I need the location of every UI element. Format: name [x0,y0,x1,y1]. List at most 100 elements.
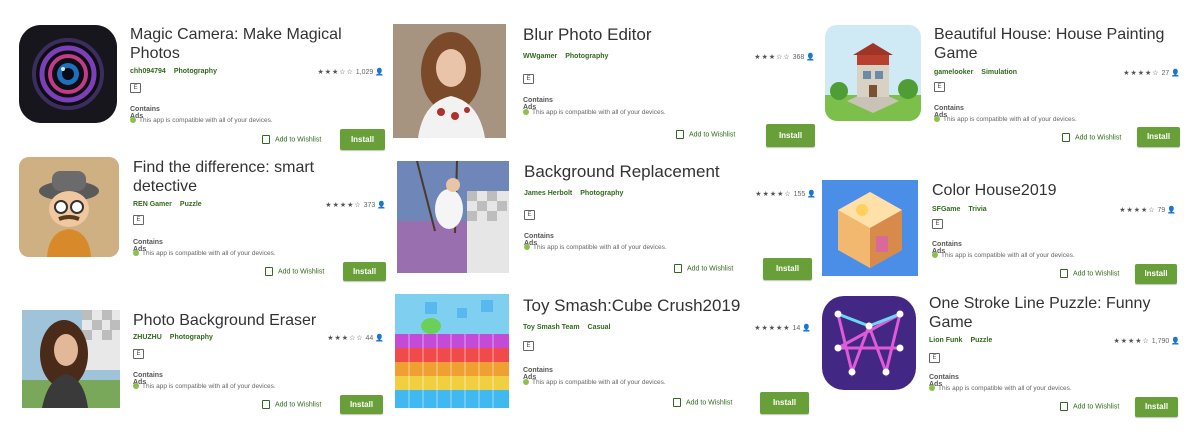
app-icon-color-house[interactable] [822,180,918,276]
rating-count: 368 [792,54,805,61]
developer-link[interactable]: REN Gamer [133,201,172,208]
stars-icon: ★★★★☆ [1113,338,1150,345]
category-link[interactable]: Photography [565,53,608,60]
check-icon [523,379,529,386]
install-button[interactable]: Install [340,395,383,414]
stars-icon: ★★★★★ [754,325,791,332]
rating-count: 155 [793,191,806,198]
app-title[interactable]: Color House2019 [932,181,1152,200]
app-title[interactable]: Photo Background Eraser [133,311,353,330]
add-to-wishlist-button[interactable]: Add to Wishlist [674,264,733,273]
check-icon [133,250,139,257]
app-meta: chh094794 Photography [130,68,225,75]
app-icon-one-stroke-line-puzzle[interactable] [822,296,916,390]
app-meta: James Herbolt Photography [524,190,631,197]
bookmark-icon [1060,402,1068,411]
install-button[interactable]: Install [766,124,815,147]
eraser-portrait-icon [22,310,120,408]
swing-photo-icon [397,161,509,273]
check-icon [932,252,938,259]
developer-link[interactable]: James Herbolt [524,190,572,197]
rating-count: 14 [792,325,801,332]
app-icon-beautiful-house[interactable] [825,25,921,121]
category-link[interactable]: Trivia [968,206,986,213]
bookmark-icon [673,398,681,407]
category-link[interactable]: Casual [588,324,611,331]
add-to-wishlist-button[interactable]: Add to Wishlist [262,135,321,144]
developer-link[interactable]: ZHUZHU [133,334,162,341]
category-link[interactable]: Photography [580,190,623,197]
app-icon-toy-smash[interactable] [395,294,509,408]
developer-link[interactable]: Lion Funk [929,337,962,344]
stars-icon: ★★★☆☆ [754,54,791,61]
app-icon-find-the-difference[interactable] [19,157,119,257]
developer-link[interactable]: WWgamer [523,53,557,60]
portrait-photo-icon [393,24,506,138]
app-title[interactable]: Find the difference: smart detective [133,158,353,196]
app-title[interactable]: Beautiful House: House Painting Game [934,25,1184,63]
category-link[interactable]: Puzzle [180,201,202,208]
content-rating-icon: E [929,353,940,363]
compatibility-note: This app is compatible with all of your … [523,109,666,116]
compatibility-note: This app is compatible with all of your … [524,244,667,251]
add-to-wishlist-button[interactable]: Add to Wishlist [1060,269,1119,278]
app-icon-magic-camera[interactable] [19,25,117,123]
app-icon-background-replacement[interactable] [397,161,509,273]
app-title[interactable]: Toy Smash:Cube Crush2019 [523,296,783,315]
bookmark-icon [262,400,270,409]
stars-icon: ★★★★☆ [1123,70,1160,77]
app-title[interactable]: Background Replacement [524,162,764,181]
stars-icon: ★★★★☆ [1119,207,1156,214]
add-to-wishlist-button[interactable]: Add to Wishlist [262,400,321,409]
category-link[interactable]: Photography [170,334,213,341]
add-to-wishlist-button[interactable]: Add to Wishlist [1060,402,1119,411]
developer-link[interactable]: SFGame [932,206,960,213]
install-button[interactable]: Install [763,258,812,280]
camera-lens-icon [19,25,117,123]
check-icon [133,383,139,390]
content-rating-icon: E [932,219,943,229]
app-meta: SFGame Trivia [932,206,995,213]
category-link[interactable]: Photography [174,68,217,75]
add-to-wishlist-button[interactable]: Add to Wishlist [1062,133,1121,142]
install-button[interactable]: Install [343,262,386,281]
rating: ★★★★☆ 79 👤 [1090,206,1176,214]
add-to-wishlist-button[interactable]: Add to Wishlist [673,398,732,407]
person-icon: 👤 [375,335,384,342]
person-icon: 👤 [1171,338,1180,345]
check-icon [524,244,530,251]
rating-count: 44 [365,335,374,342]
rating: ★★★★☆ 1,790 👤 [1082,337,1180,345]
bookmark-icon [674,264,682,273]
cube-blocks-icon [395,294,509,408]
rating: ★★★★☆ 155 👤 [712,190,816,198]
developer-link[interactable]: gamelooker [934,69,973,76]
compatibility-note: This app is compatible with all of your … [133,383,276,390]
person-icon: 👤 [802,325,811,332]
bookmark-icon [676,130,684,139]
compatibility-note: This app is compatible with all of your … [133,250,276,257]
rating: ★★★★☆ 27 👤 [1090,69,1180,77]
check-icon [130,117,136,124]
app-icon-blur-photo-editor[interactable] [393,24,506,138]
bookmark-icon [1062,133,1070,142]
category-link[interactable]: Simulation [981,69,1017,76]
add-to-wishlist-button[interactable]: Add to Wishlist [676,130,735,139]
app-icon-photo-background-eraser[interactable] [22,310,120,408]
app-title[interactable]: Blur Photo Editor [523,25,753,44]
install-button[interactable]: Install [1135,264,1177,284]
category-link[interactable]: Puzzle [970,337,992,344]
developer-link[interactable]: chh094794 [130,68,166,75]
content-rating-icon: E [523,341,534,351]
app-title[interactable]: One Stroke Line Puzzle: Funny Game [929,294,1179,332]
add-to-wishlist-button[interactable]: Add to Wishlist [265,267,324,276]
install-button[interactable]: Install [760,392,809,414]
app-title[interactable]: Magic Camera: Make Magical Photos [130,25,355,63]
app-meta: gamelooker Simulation [934,69,1025,76]
install-button[interactable]: Install [1137,127,1180,147]
check-icon [929,385,935,392]
stars-icon: ★★★☆☆ [317,69,354,76]
install-button[interactable]: Install [340,129,385,150]
install-button[interactable]: Install [1135,397,1178,417]
developer-link[interactable]: Toy Smash Team [523,324,580,331]
